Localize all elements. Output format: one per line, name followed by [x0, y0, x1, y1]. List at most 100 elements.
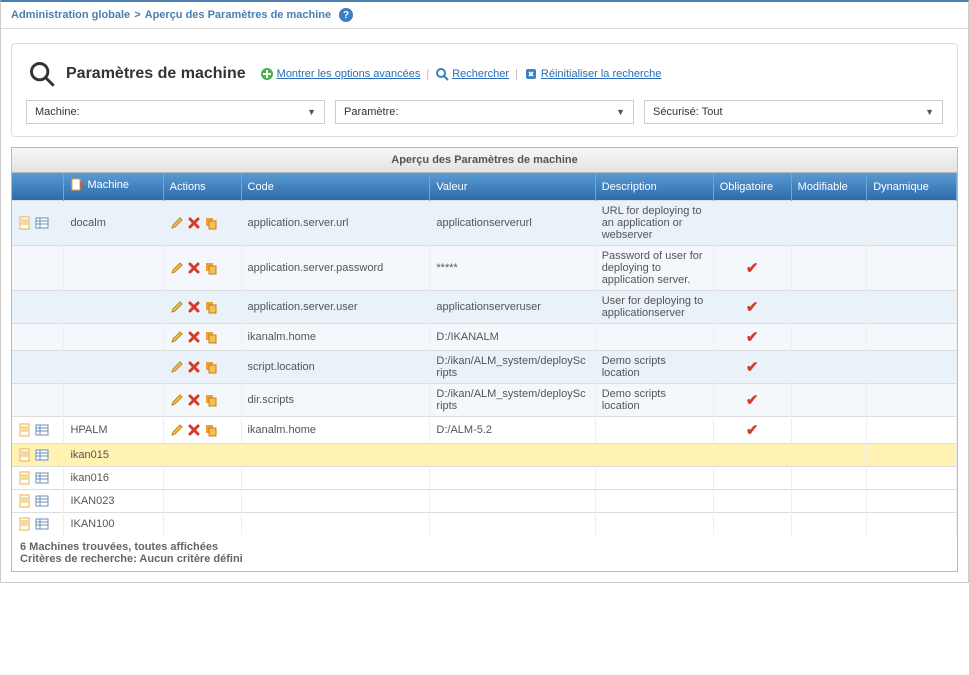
table-row[interactable]: application.server.password*****Password… — [12, 246, 957, 291]
col-code[interactable]: Code — [241, 173, 430, 201]
edit-icon[interactable] — [170, 360, 184, 374]
help-icon[interactable]: ? — [339, 8, 353, 22]
check-icon: ✔ — [746, 260, 759, 277]
editable-cell — [791, 490, 867, 513]
list-icon[interactable] — [35, 494, 49, 508]
col-value[interactable]: Valeur — [430, 173, 595, 201]
col-description[interactable]: Description — [595, 173, 713, 201]
mandatory-cell: ✔ — [713, 324, 791, 351]
table-row[interactable]: ikan016 — [12, 467, 957, 490]
list-icon[interactable] — [35, 471, 49, 485]
copy-icon[interactable] — [204, 360, 218, 374]
search-title: Paramètres de machine — [66, 65, 246, 83]
show-advanced-link[interactable]: Montrer les options avancées — [260, 67, 421, 81]
copy-icon[interactable] — [204, 300, 218, 314]
mandatory-cell — [713, 513, 791, 536]
delete-icon[interactable] — [187, 330, 201, 344]
actions-cell — [163, 490, 241, 513]
machine-cell — [64, 246, 163, 291]
list-icon[interactable] — [35, 423, 49, 437]
table-row[interactable]: docalm application.server.urlapplication… — [12, 201, 957, 246]
list-icon[interactable] — [35, 517, 49, 531]
results-table-wrap: Aperçu des Paramètres de machine Machine — [11, 147, 958, 572]
table-row[interactable]: HPALM ikanalm.homeD:/ALM-5.2✔ — [12, 417, 957, 444]
col-editable[interactable]: Modifiable — [791, 173, 867, 201]
copy-icon[interactable] — [204, 330, 218, 344]
delete-icon[interactable] — [187, 261, 201, 275]
editable-cell — [791, 291, 867, 324]
delete-icon[interactable] — [187, 300, 201, 314]
value-cell: D:/ALM-5.2 — [430, 417, 595, 444]
filter-row: Machine: ▼ Paramètre: ▼ Sécurisé: Tout ▼ — [26, 100, 943, 124]
delete-icon[interactable] — [187, 393, 201, 407]
secure-select-label: Sécurisé: Tout — [653, 106, 723, 118]
doc-icon[interactable] — [18, 517, 32, 531]
param-select-label: Paramètre: — [344, 106, 398, 118]
table-row[interactable]: dir.scriptsD:/ikan/ALM_system/deployScri… — [12, 384, 957, 417]
actions-cell — [163, 201, 241, 246]
row-icons-cell — [12, 444, 64, 467]
reset-search-link[interactable]: Réinitialiser la recherche — [524, 67, 661, 81]
doc-icon[interactable] — [18, 471, 32, 485]
delete-icon[interactable] — [187, 216, 201, 230]
col-mandatory[interactable]: Obligatoire — [713, 173, 791, 201]
table-row[interactable]: ikanalm.homeD:/IKANALM✔ — [12, 324, 957, 351]
row-icons-cell — [12, 351, 64, 384]
copy-icon[interactable] — [204, 216, 218, 230]
desc-cell: Demo scripts location — [595, 351, 713, 384]
actions-cell — [163, 384, 241, 417]
mandatory-cell: ✔ — [713, 384, 791, 417]
doc-icon[interactable] — [18, 216, 32, 230]
machine-cell — [64, 351, 163, 384]
edit-icon[interactable] — [170, 423, 184, 437]
param-select[interactable]: Paramètre: ▼ — [335, 100, 634, 124]
desc-cell — [595, 467, 713, 490]
table-row[interactable]: script.locationD:/ikan/ALM_system/deploy… — [12, 351, 957, 384]
copy-icon[interactable] — [204, 423, 218, 437]
chevron-down-icon: ▼ — [616, 107, 625, 117]
list-icon[interactable] — [35, 448, 49, 462]
table-row[interactable]: IKAN100 — [12, 513, 957, 536]
table-row[interactable]: IKAN023 — [12, 490, 957, 513]
dynamic-cell — [867, 444, 957, 467]
value-cell: D:/IKANALM — [430, 324, 595, 351]
delete-icon[interactable] — [187, 360, 201, 374]
row-icons-cell — [12, 384, 64, 417]
table-row[interactable]: application.server.userapplicationserver… — [12, 291, 957, 324]
value-cell — [430, 467, 595, 490]
actions-cell — [163, 444, 241, 467]
chevron-down-icon: ▼ — [307, 107, 316, 117]
edit-icon[interactable] — [170, 330, 184, 344]
secure-select[interactable]: Sécurisé: Tout ▼ — [644, 100, 943, 124]
copy-icon[interactable] — [204, 261, 218, 275]
value-cell: D:/ikan/ALM_system/deployScripts — [430, 351, 595, 384]
code-cell: dir.scripts — [241, 384, 430, 417]
copy-icon[interactable] — [204, 393, 218, 407]
doc-icon[interactable] — [18, 494, 32, 508]
edit-icon[interactable] — [170, 261, 184, 275]
col-machine[interactable]: Machine — [64, 173, 163, 201]
edit-icon[interactable] — [170, 393, 184, 407]
search-icon — [435, 67, 449, 81]
footer-status: 6 Machines trouvées, toutes affichées Cr… — [12, 535, 957, 571]
machine-cell: docalm — [64, 201, 163, 246]
col-dynamic[interactable]: Dynamique — [867, 173, 957, 201]
table-row[interactable]: ikan015 — [12, 444, 957, 467]
results-table: Machine Actions Code Valeur Description … — [12, 173, 957, 535]
search-link[interactable]: Rechercher — [435, 67, 509, 81]
delete-icon[interactable] — [187, 423, 201, 437]
list-icon[interactable] — [35, 216, 49, 230]
breadcrumb: Administration globale > Aperçu des Para… — [1, 2, 968, 29]
value-cell: D:/ikan/ALM_system/deployScripts — [430, 384, 595, 417]
actions-cell — [163, 324, 241, 351]
machine-select[interactable]: Machine: ▼ — [26, 100, 325, 124]
machine-cell — [64, 384, 163, 417]
edit-icon[interactable] — [170, 300, 184, 314]
editable-cell — [791, 324, 867, 351]
chevron-down-icon: ▼ — [925, 107, 934, 117]
doc-icon[interactable] — [18, 448, 32, 462]
breadcrumb-root[interactable]: Administration globale — [11, 9, 130, 21]
doc-icon[interactable] — [18, 423, 32, 437]
col-actions: Actions — [163, 173, 241, 201]
edit-icon[interactable] — [170, 216, 184, 230]
